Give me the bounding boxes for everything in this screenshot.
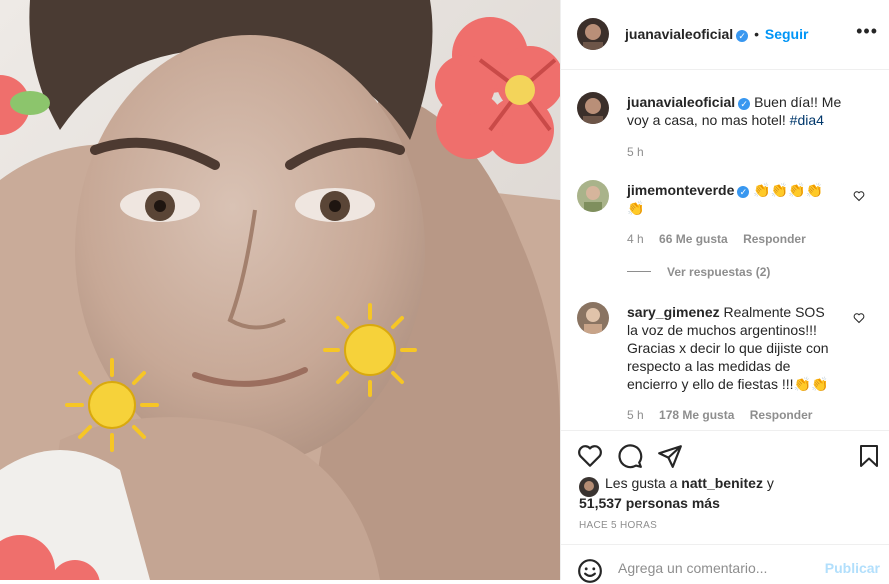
comment-like-heart-icon[interactable] xyxy=(853,190,865,202)
post-time-ago[interactable]: HACE 5 HORAS xyxy=(579,520,657,531)
bookmark-icon[interactable] xyxy=(857,443,881,469)
emoji-smiley-icon[interactable] xyxy=(577,558,603,584)
comment-likes[interactable]: 66 Me gusta xyxy=(659,232,728,246)
caption-hashtag[interactable]: #dia4 xyxy=(790,112,824,128)
reply-button[interactable]: Responder xyxy=(743,232,806,246)
verified-badge-icon: ✓ xyxy=(737,186,750,198)
comment-bubble-icon[interactable] xyxy=(617,443,643,469)
reply-button[interactable]: Responder xyxy=(750,408,813,422)
likes-prefix: Les gusta a xyxy=(605,475,678,491)
heart-icon[interactable] xyxy=(577,443,603,469)
verified-badge-icon: ✓ xyxy=(736,30,749,42)
view-replies-button[interactable]: Ver respuestas (2) xyxy=(667,265,770,279)
likes-summary: Les gusta a natt_benitez y xyxy=(605,474,774,492)
caption: juanavialeoficial ✓ Buen día!! Me voy a c… xyxy=(627,93,852,129)
likes-count[interactable]: 51,537 personas más xyxy=(579,495,720,511)
caption-username[interactable]: juanavialeoficial xyxy=(627,94,735,110)
sun-sticker-1 xyxy=(65,358,159,452)
comment-meta: 4 h 66 Me gusta Responder xyxy=(627,232,806,246)
post-image xyxy=(0,0,560,580)
header-separator: • xyxy=(754,26,759,42)
comment-input[interactable] xyxy=(616,559,830,577)
replies-divider xyxy=(627,271,651,272)
more-horizontal-icon[interactable]: ••• xyxy=(856,22,878,40)
send-paper-plane-icon[interactable] xyxy=(657,443,683,469)
author-avatar[interactable] xyxy=(577,18,609,50)
follow-button[interactable]: Seguir xyxy=(765,26,809,42)
commenter-avatar[interactable] xyxy=(577,180,609,212)
comment-1: jimemonteverde ✓ 👏👏👏👏👏 xyxy=(627,181,827,217)
caption-time[interactable]: 5 h xyxy=(627,145,644,159)
liker-username[interactable]: natt_benitez xyxy=(681,475,763,491)
comment-time[interactable]: 4 h xyxy=(627,232,644,246)
likes-conjunction: y xyxy=(766,475,774,491)
sun-sticker-2 xyxy=(323,303,417,397)
comment-like-heart-icon[interactable] xyxy=(853,312,865,324)
post-side-panel: juanavialeoficial ✓ • Seguir ••• juanavia… xyxy=(560,0,889,584)
publish-button[interactable]: Publicar xyxy=(825,560,880,576)
caption-author-avatar[interactable] xyxy=(577,92,609,124)
comment-likes[interactable]: 178 Me gusta xyxy=(659,408,734,422)
author-username[interactable]: juanavialeoficial xyxy=(625,26,733,42)
comment-username[interactable]: jimemonteverde xyxy=(627,182,734,198)
comment-meta: 5 h 178 Me gusta Responder xyxy=(627,408,812,422)
comment-username[interactable]: sary_gimenez xyxy=(627,304,720,320)
post-header: juanavialeoficial ✓ • Seguir ••• xyxy=(561,0,889,70)
verified-badge-icon: ✓ xyxy=(738,98,751,110)
commenter-avatar[interactable] xyxy=(577,302,609,334)
comment-form: Publicar xyxy=(561,544,889,584)
comment-time[interactable]: 5 h xyxy=(627,408,644,422)
comment-2: sary_gimenez Realmente SOS la voz de muc… xyxy=(627,303,839,393)
likes-count-row: 51,537 personas más xyxy=(579,494,720,512)
post-photo[interactable] xyxy=(0,0,560,580)
